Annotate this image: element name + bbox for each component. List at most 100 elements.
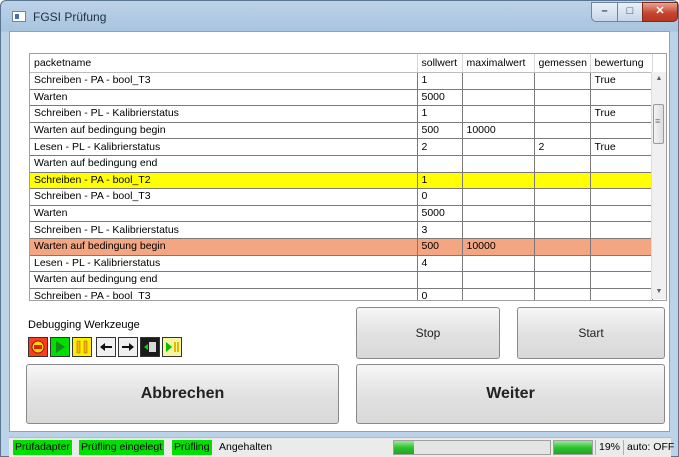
cell-sollwert[interactable]: 500	[417, 238, 463, 256]
cell-bewertung[interactable]	[590, 188, 653, 206]
cell-maximalwert[interactable]	[462, 172, 535, 190]
cell-maximalwert[interactable]	[462, 72, 535, 90]
cell-sollwert[interactable]	[417, 271, 463, 289]
cell-bewertung[interactable]	[590, 155, 653, 173]
table-row[interactable]: Schreiben - PA - bool_T2 1	[30, 172, 653, 190]
grid-vertical-scrollbar[interactable]: ▲ ▼	[651, 72, 666, 299]
stop-button[interactable]: Stop	[356, 307, 500, 359]
cell-packetname[interactable]: Warten auf bedingung end	[30, 155, 418, 173]
cell-packetname[interactable]: Lesen - PL - Kalibrierstatus	[30, 255, 418, 273]
step-over-button[interactable]	[162, 337, 182, 357]
table-row[interactable]: Lesen - PL - Kalibrierstatus 2 2 True	[30, 138, 653, 156]
cell-maximalwert[interactable]	[462, 105, 535, 123]
cell-gemessen[interactable]	[534, 271, 591, 289]
cell-maximalwert[interactable]	[462, 205, 535, 223]
column-header-maximalwert[interactable]: maximalwert	[462, 54, 535, 73]
cell-bewertung[interactable]	[590, 205, 653, 223]
cell-sollwert[interactable]: 0	[417, 188, 463, 206]
cell-sollwert[interactable]: 2	[417, 138, 463, 156]
cell-gemessen[interactable]	[534, 221, 591, 239]
table-row[interactable]: Schreiben - PL - Kalibrierstatus 3	[30, 221, 653, 239]
stop-record-button[interactable]	[28, 337, 48, 357]
cell-gemessen[interactable]	[534, 105, 591, 123]
cell-packetname[interactable]: Warten	[30, 89, 418, 107]
cell-sollwert[interactable]: 3	[417, 221, 463, 239]
cell-maximalwert[interactable]: 10000	[462, 122, 535, 140]
cell-bewertung[interactable]	[590, 238, 653, 256]
cell-gemessen[interactable]	[534, 238, 591, 256]
cell-packetname[interactable]: Schreiben - PA - bool_T3	[30, 188, 418, 206]
cell-sollwert[interactable]: 5000	[417, 205, 463, 223]
table-row[interactable]: Schreiben - PA - bool_T3 1 True	[30, 72, 653, 90]
abbrechen-button[interactable]: Abbrechen	[26, 364, 339, 424]
cell-bewertung[interactable]	[590, 221, 653, 239]
column-header-sollwert[interactable]: sollwert	[417, 54, 463, 73]
scroll-thumb[interactable]	[653, 104, 664, 144]
cell-bewertung[interactable]: True	[590, 105, 653, 123]
cell-gemessen[interactable]	[534, 255, 591, 273]
cell-sollwert[interactable]: 5000	[417, 89, 463, 107]
cell-sollwert[interactable]: 1	[417, 172, 463, 190]
cell-maximalwert[interactable]	[462, 221, 535, 239]
minimize-button[interactable]: –	[591, 2, 618, 22]
cell-gemessen[interactable]	[534, 188, 591, 206]
cell-maximalwert[interactable]	[462, 155, 535, 173]
cell-gemessen[interactable]	[534, 122, 591, 140]
cell-bewertung[interactable]	[590, 172, 653, 190]
column-header-packetname[interactable]: packetname	[30, 54, 418, 73]
table-row[interactable]: Warten auf bedingung end	[30, 155, 653, 173]
table-row[interactable]: Schreiben - PL - Kalibrierstatus 1 True	[30, 105, 653, 123]
title-bar[interactable]: FGSI Prüfung – □ ✕	[1, 1, 678, 31]
packet-grid[interactable]: packetname sollwert maximalwert gemessen…	[29, 53, 667, 301]
table-row[interactable]: Warten auf bedingung begin 500 10000	[30, 238, 653, 256]
start-button[interactable]: Start	[517, 307, 665, 359]
cell-sollwert[interactable]: 500	[417, 122, 463, 140]
cell-gemessen[interactable]	[534, 172, 591, 190]
cell-maximalwert[interactable]: 10000	[462, 238, 535, 256]
cell-maximalwert[interactable]	[462, 255, 535, 273]
cell-sollwert[interactable]: 1	[417, 72, 463, 90]
step-back-button[interactable]	[96, 337, 116, 357]
cell-gemessen[interactable]	[534, 155, 591, 173]
table-row[interactable]: Warten 5000	[30, 205, 653, 223]
cell-bewertung[interactable]: True	[590, 138, 653, 156]
cell-maximalwert[interactable]	[462, 271, 535, 289]
cell-sollwert[interactable]: 4	[417, 255, 463, 273]
step-forward-button[interactable]	[118, 337, 138, 357]
cell-packetname[interactable]: Warten auf bedingung begin	[30, 238, 418, 256]
table-row[interactable]: Schreiben - PA - bool_T3 0	[30, 288, 653, 300]
cell-packetname[interactable]: Warten auf bedingung begin	[30, 122, 418, 140]
maximize-button[interactable]: □	[617, 2, 643, 22]
table-row[interactable]: Warten auf bedingung begin 500 10000	[30, 122, 653, 140]
table-row[interactable]: Schreiben - PA - bool_T3 0	[30, 188, 653, 206]
cell-bewertung[interactable]	[590, 89, 653, 107]
cell-maximalwert[interactable]	[462, 138, 535, 156]
cell-packetname[interactable]: Schreiben - PA - bool_T3	[30, 288, 418, 300]
cell-gemessen[interactable]	[534, 89, 591, 107]
column-header-gemessen[interactable]: gemessen	[534, 54, 591, 73]
table-row[interactable]: Lesen - PL - Kalibrierstatus 4	[30, 255, 653, 273]
cell-sollwert[interactable]: 1	[417, 105, 463, 123]
cell-packetname[interactable]: Schreiben - PL - Kalibrierstatus	[30, 221, 418, 239]
cell-bewertung[interactable]	[590, 271, 653, 289]
cell-packetname[interactable]: Lesen - PL - Kalibrierstatus	[30, 138, 418, 156]
play-button[interactable]	[50, 337, 70, 357]
cell-packetname[interactable]: Warten	[30, 205, 418, 223]
scroll-down-icon[interactable]: ▼	[652, 285, 666, 299]
cell-sollwert[interactable]	[417, 155, 463, 173]
cell-gemessen[interactable]	[534, 72, 591, 90]
step-into-button[interactable]	[140, 337, 160, 357]
table-row[interactable]: Warten 5000	[30, 89, 653, 107]
cell-bewertung[interactable]	[590, 255, 653, 273]
cell-gemessen[interactable]	[534, 205, 591, 223]
cell-sollwert[interactable]: 0	[417, 288, 463, 300]
cell-bewertung[interactable]: True	[590, 72, 653, 90]
pause-button[interactable]	[72, 337, 92, 357]
cell-maximalwert[interactable]	[462, 188, 535, 206]
cell-bewertung[interactable]	[590, 122, 653, 140]
cell-gemessen[interactable]	[534, 288, 591, 300]
cell-gemessen[interactable]: 2	[534, 138, 591, 156]
weiter-button[interactable]: Weiter	[356, 364, 665, 424]
cell-packetname[interactable]: Schreiben - PA - bool_T2	[30, 172, 418, 190]
cell-bewertung[interactable]	[590, 288, 653, 300]
